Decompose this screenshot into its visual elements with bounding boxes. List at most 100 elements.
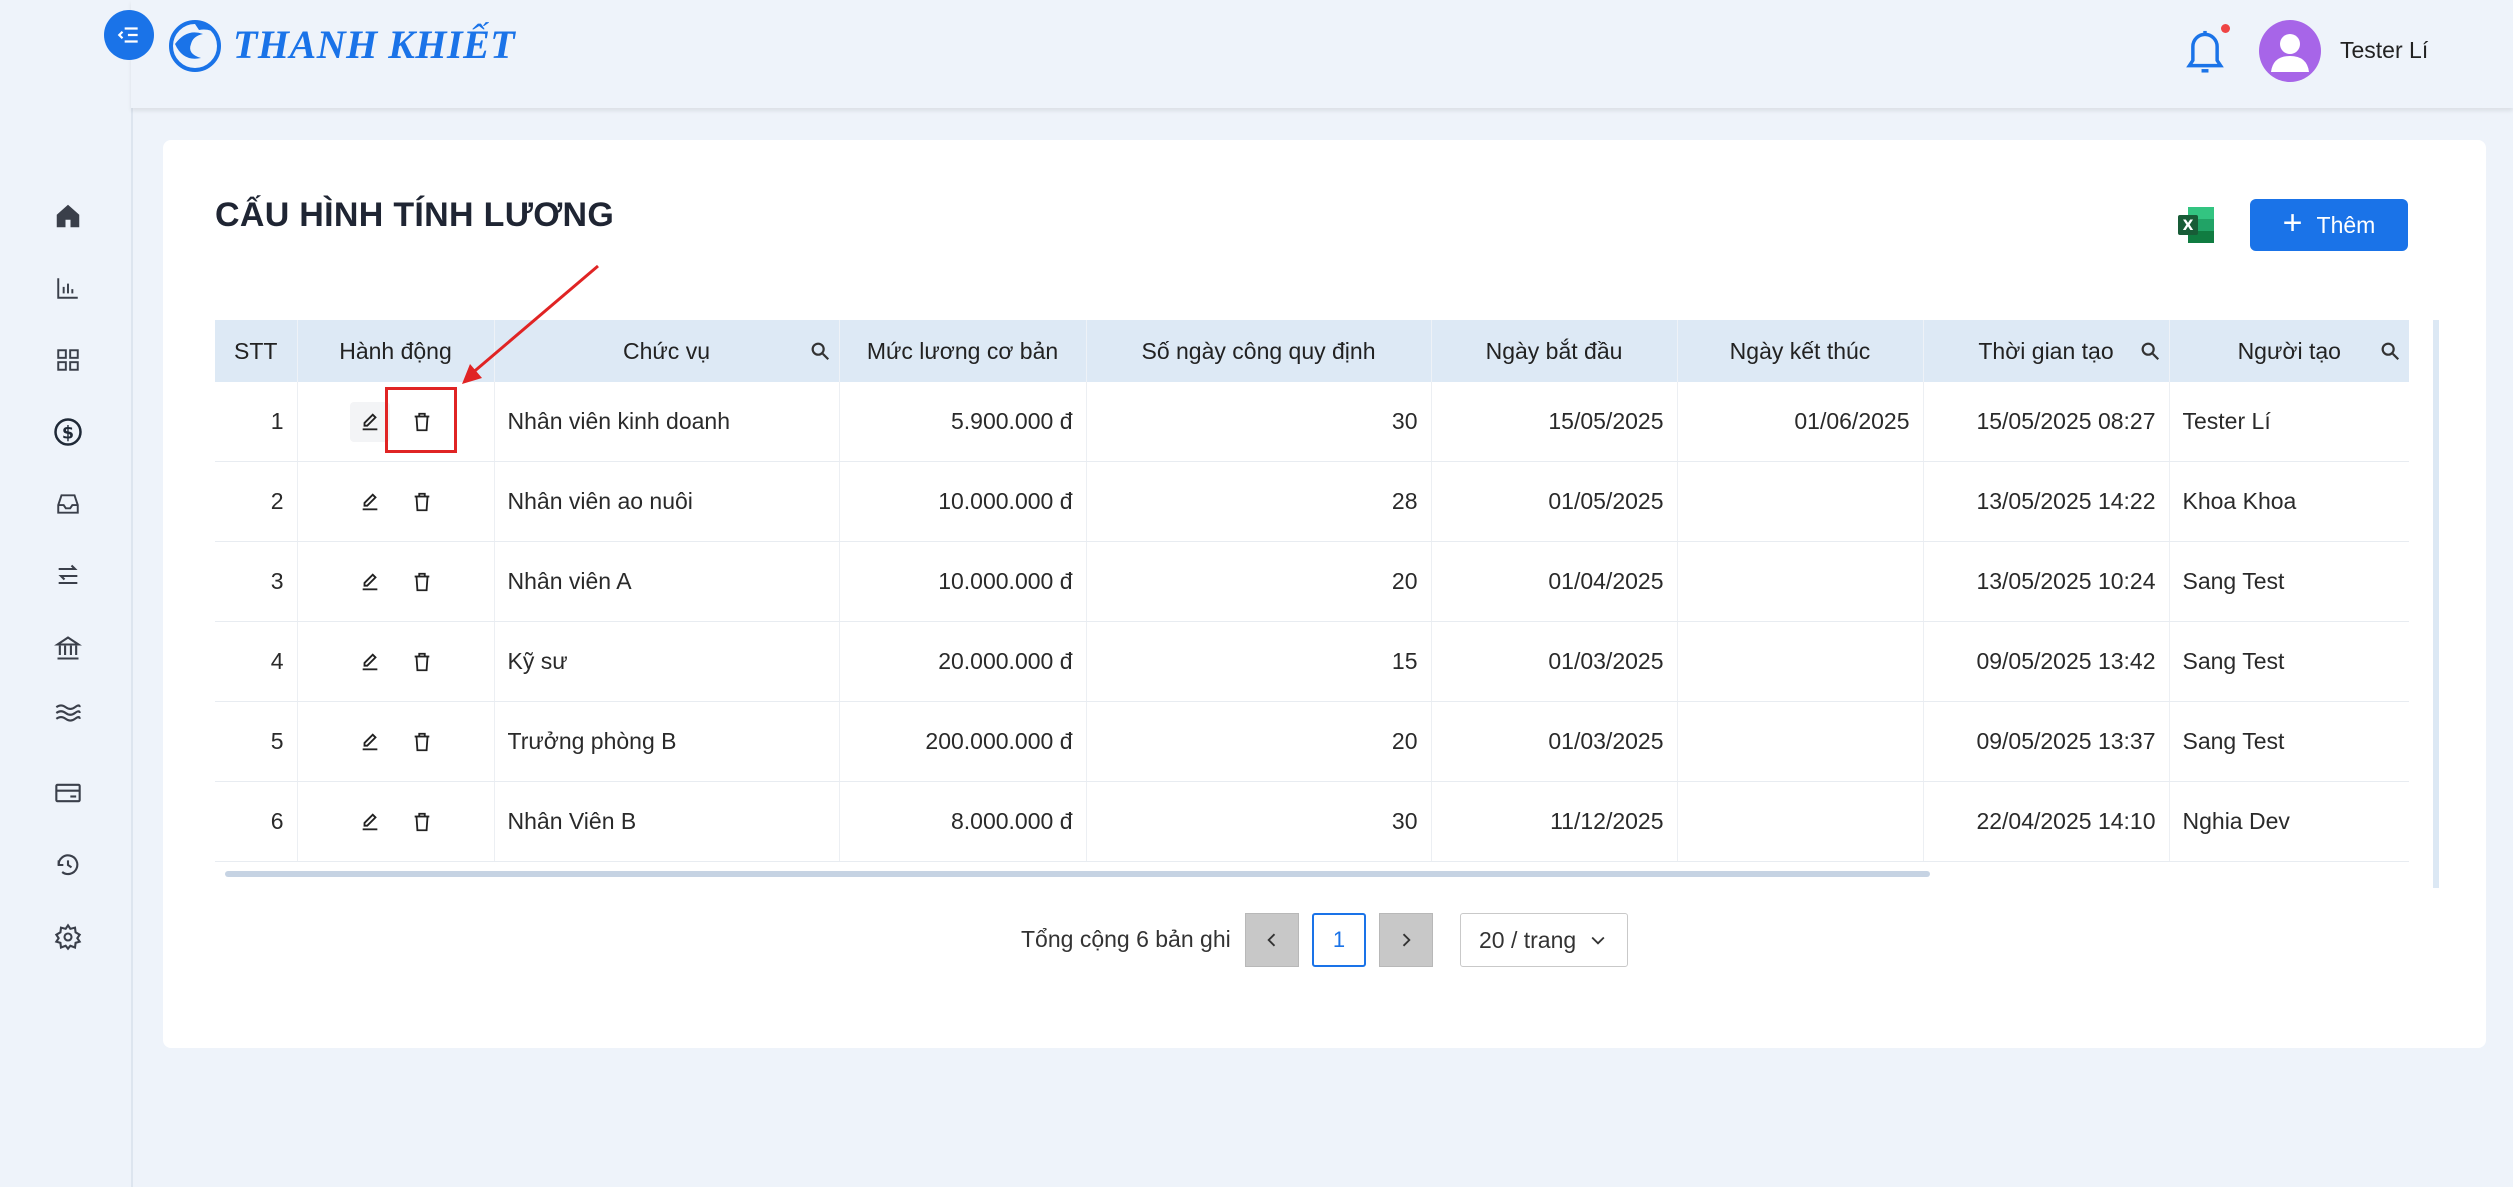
cell-start-date: 01/03/2025 <box>1431 621 1678 702</box>
cell-stt: 2 <box>215 461 298 542</box>
bank-icon[interactable] <box>50 630 86 666</box>
cell-created-time: 13/05/2025 14:22 <box>1923 461 2170 542</box>
column-header-created-time-label: Thời gian tạo <box>1978 337 2114 364</box>
add-button[interactable]: + Thêm <box>2250 199 2408 251</box>
brand-name: THANH KHIẾT <box>233 21 516 67</box>
cell-actions <box>297 541 495 622</box>
next-page-button[interactable] <box>1379 913 1433 967</box>
chevron-down-icon <box>1591 936 1605 945</box>
cell-position: Nhân viên kinh doanh <box>494 382 840 462</box>
grid-icon[interactable] <box>50 342 86 378</box>
user-name[interactable]: Tester Lí <box>2340 37 2428 64</box>
cell-created-time: 15/05/2025 08:27 <box>1923 382 2170 462</box>
brand-logo[interactable]: THANH KHIẾT <box>165 14 515 74</box>
dollar-circle-icon[interactable]: $ <box>50 414 86 450</box>
cell-created-time: 13/05/2025 10:24 <box>1923 541 2170 622</box>
chevron-right-icon <box>1402 933 1411 947</box>
user-icon <box>2271 34 2309 72</box>
export-excel-button[interactable]: X <box>2176 205 2216 245</box>
add-button-label: Thêm <box>2316 211 2376 238</box>
column-header-workdays: Số ngày công quy định <box>1086 320 1432 382</box>
table-row: 5 Trưởng phòng B 200.000.000 đ 20 01/03/2025… <box>215 701 2409 782</box>
transfer-icon[interactable] <box>50 558 86 594</box>
delete-button[interactable] <box>402 722 442 762</box>
avatar[interactable] <box>2259 20 2321 82</box>
cell-end-date: 01/06/2025 <box>1677 382 1924 462</box>
edit-icon <box>359 811 381 833</box>
credit-card-icon[interactable] <box>50 775 86 811</box>
cell-created-time: 22/04/2025 14:10 <box>1923 781 2170 862</box>
page-1-button[interactable]: 1 <box>1312 913 1366 967</box>
cell-workdays: 28 <box>1086 461 1432 542</box>
bar-chart-icon[interactable] <box>50 270 86 306</box>
table-row: 2 Nhân viên ao nuôi 10.000.000 đ 28 01/05/20… <box>215 461 2409 542</box>
cell-start-date: 01/03/2025 <box>1431 701 1678 782</box>
page-size-select[interactable]: 20 / trang <box>1460 913 1628 967</box>
edit-button[interactable] <box>350 482 390 522</box>
cell-stt: 1 <box>215 382 298 462</box>
column-header-created-time: Thời gian tạo <box>1923 320 2170 382</box>
cell-workdays: 30 <box>1086 382 1432 462</box>
page-title: CẤU HÌNH TÍNH LƯƠNG <box>215 196 615 234</box>
delete-button[interactable] <box>402 482 442 522</box>
excel-icon: X <box>2178 207 2214 243</box>
cell-end-date <box>1677 461 1924 542</box>
cell-salary: 10.000.000 đ <box>839 541 1087 622</box>
search-icon[interactable] <box>809 340 831 362</box>
svg-text:$: $ <box>62 423 74 443</box>
cell-end-date <box>1677 541 1924 622</box>
chevron-left-icon <box>1267 933 1276 947</box>
brand-wave-icon <box>169 20 221 72</box>
cell-creator: Sang Test <box>2169 541 2409 622</box>
menu-toggle-button[interactable] <box>104 10 154 60</box>
cell-start-date: 01/04/2025 <box>1431 541 1678 622</box>
cell-creator: Sang Test <box>2169 621 2409 702</box>
cell-actions <box>297 781 495 862</box>
column-header-creator: Người tạo <box>2169 320 2409 382</box>
cell-salary: 10.000.000 đ <box>839 461 1087 542</box>
edit-button[interactable] <box>350 642 390 682</box>
cell-creator: Sang Test <box>2169 701 2409 782</box>
home-icon[interactable] <box>50 198 86 234</box>
notification-dot <box>2221 24 2230 33</box>
history-icon[interactable] <box>50 847 86 883</box>
delete-icon <box>411 571 433 593</box>
search-icon[interactable] <box>2379 340 2401 362</box>
delete-icon <box>411 651 433 673</box>
cell-stt: 6 <box>215 781 298 862</box>
edit-icon <box>359 491 381 513</box>
column-header-creator-label: Người tạo <box>2237 337 2341 364</box>
table-row: 4 Kỹ sư 20.000.000 đ 15 01/03/2025 09/05/2025… <box>215 621 2409 702</box>
waves-icon[interactable] <box>50 695 86 731</box>
horizontal-scrollbar[interactable] <box>225 871 1930 877</box>
cell-actions <box>297 621 495 702</box>
delete-button[interactable] <box>402 562 442 602</box>
delete-button[interactable] <box>402 802 442 842</box>
cell-stt: 5 <box>215 701 298 782</box>
edit-icon <box>359 731 381 753</box>
edit-button[interactable] <box>350 802 390 842</box>
delete-button[interactable] <box>402 642 442 682</box>
edit-button[interactable] <box>350 722 390 762</box>
total-records: Tổng cộng 6 bản ghi <box>1021 926 1231 952</box>
column-header-position-label: Chức vụ <box>623 337 710 364</box>
cell-start-date: 01/05/2025 <box>1431 461 1678 542</box>
cell-start-date: 15/05/2025 <box>1431 382 1678 462</box>
edit-icon <box>359 571 381 593</box>
cell-workdays: 30 <box>1086 781 1432 862</box>
column-header-position: Chức vụ <box>494 320 840 382</box>
table-row: 6 Nhân Viên B 8.000.000 đ 30 11/12/2025 22/04… <box>215 781 2409 862</box>
inbox-icon[interactable] <box>50 486 86 522</box>
cell-position: Nhân viên A <box>494 541 840 622</box>
search-icon[interactable] <box>2139 340 2161 362</box>
cell-position: Kỹ sư <box>494 621 840 702</box>
cell-salary: 5.900.000 đ <box>839 382 1087 462</box>
settings-icon[interactable] <box>50 919 86 955</box>
edit-button[interactable] <box>350 562 390 602</box>
cell-position: Trưởng phòng B <box>494 701 840 782</box>
prev-page-button[interactable] <box>1245 913 1299 967</box>
edit-button[interactable] <box>349 401 390 442</box>
notification-bell-icon[interactable] <box>2184 24 2226 76</box>
cell-salary: 20.000.000 đ <box>839 621 1087 702</box>
column-header-salary: Mức lương cơ bản <box>839 320 1087 382</box>
